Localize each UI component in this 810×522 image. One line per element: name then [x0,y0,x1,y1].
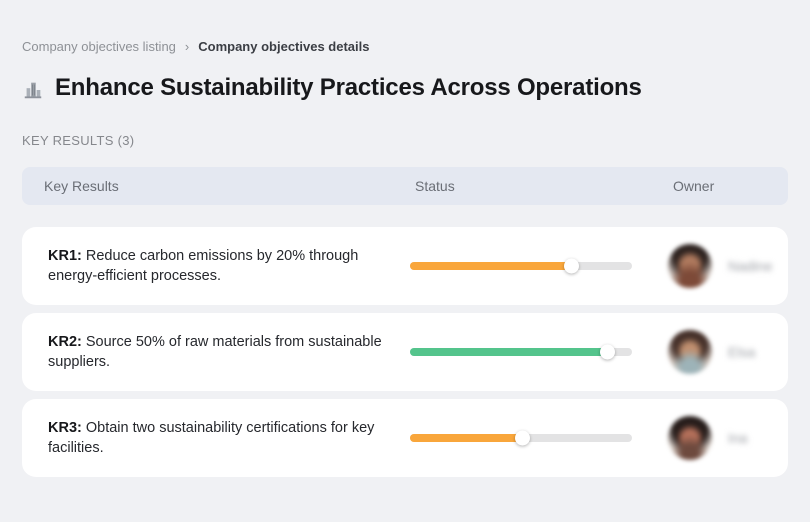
breadcrumb-current: Company objectives details [198,39,370,54]
kr2-status-cell [410,344,668,360]
table-header: Key Results Status Owner [22,167,788,205]
kr2-progress-fill [410,344,615,360]
kr3-label: KR3: [48,420,82,436]
chevron-right-icon: › [184,39,190,54]
kr1-owner-name: Nadine [728,258,773,274]
column-header-status: Status [415,178,455,194]
buildings-icon [22,79,44,101]
column-header-owner: Owner [673,178,715,194]
kr2-description: KR2: Source 50% of raw materials from su… [48,332,390,372]
kr2-text: Source 50% of raw materials from sustain… [48,334,382,370]
title-row: Enhance Sustainability Practices Across … [22,74,642,102]
column-header-key-results: Key Results [44,178,119,194]
kr1-label: KR1: [48,248,82,264]
breadcrumb: Company objectives listing › Company obj… [22,39,369,54]
kr2-progress-slider[interactable] [410,344,632,360]
key-result-row-kr3[interactable]: KR3: Obtain two sustainability certifica… [22,399,788,477]
breadcrumb-parent-link[interactable]: Company objectives listing [22,39,176,54]
key-results-section-label: KEY RESULTS (3) [22,133,135,148]
key-result-row-kr2[interactable]: KR2: Source 50% of raw materials from su… [22,313,788,391]
kr3-progress-thumb[interactable] [515,430,531,446]
kr3-text: Obtain two sustainability certifications… [48,420,375,456]
kr3-owner-name: Ina [728,430,748,446]
kr2-owner-avatar [668,330,712,374]
kr3-status-cell [410,430,668,446]
kr1-progress-fill [410,258,580,274]
kr1-progress-thumb[interactable] [564,258,580,274]
kr1-text: Reduce carbon emissions by 20% through e… [48,248,359,284]
kr3-progress-fill [410,430,531,446]
kr2-owner-cell: Elsa [668,330,762,374]
page-title: Enhance Sustainability Practices Across … [55,74,642,101]
kr2-label: KR2: [48,334,82,350]
kr1-owner-cell: Nadine [668,244,772,288]
objective-details-page: Company objectives listing › Company obj… [0,0,810,522]
kr2-owner-name: Elsa [728,344,756,360]
kr2-progress-thumb[interactable] [599,344,615,360]
key-result-row-kr1[interactable]: KR1: Reduce carbon emissions by 20% thro… [22,227,788,305]
kr3-description: KR3: Obtain two sustainability certifica… [48,418,390,458]
kr3-owner-avatar [668,416,712,460]
kr3-owner-cell: Ina [668,416,762,460]
kr3-progress-slider[interactable] [410,430,632,446]
kr1-progress-slider[interactable] [410,258,632,274]
kr1-owner-avatar [668,244,712,288]
kr1-description: KR1: Reduce carbon emissions by 20% thro… [48,246,390,286]
kr1-status-cell [410,258,668,274]
